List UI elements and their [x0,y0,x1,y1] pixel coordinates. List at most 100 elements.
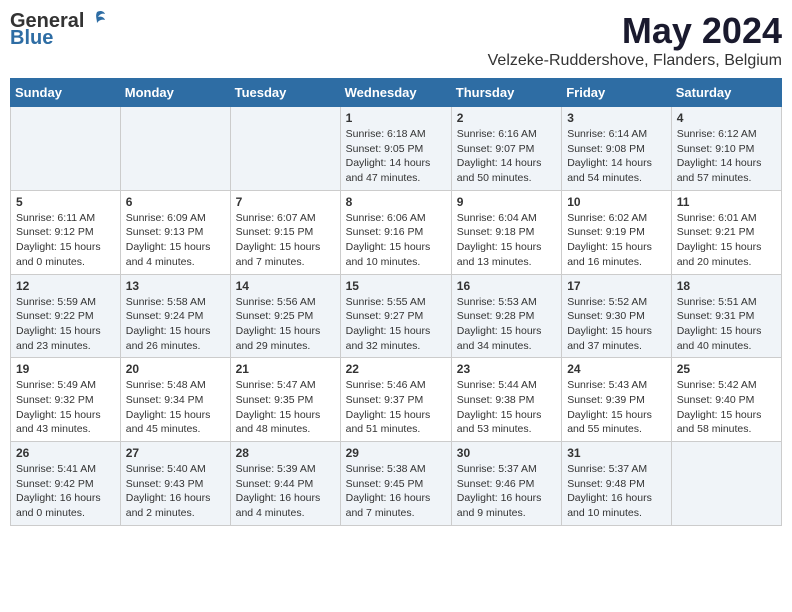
day-info: Sunrise: 6:04 AM Sunset: 9:18 PM Dayligh… [457,211,556,270]
day-info: Sunrise: 5:59 AM Sunset: 9:22 PM Dayligh… [16,295,115,354]
day-info: Sunrise: 6:16 AM Sunset: 9:07 PM Dayligh… [457,127,556,186]
day-number: 11 [677,195,776,209]
calendar-empty-cell [11,107,121,191]
day-number: 5 [16,195,115,209]
calendar-header-row: SundayMondayTuesdayWednesdayThursdayFrid… [11,79,782,107]
day-number: 26 [16,446,115,460]
weekday-header-monday: Monday [120,79,230,107]
day-info: Sunrise: 6:01 AM Sunset: 9:21 PM Dayligh… [677,211,776,270]
day-number: 18 [677,279,776,293]
calendar-week-row: 19 Sunrise: 5:49 AM Sunset: 9:32 PM Dayli… [11,358,782,442]
calendar-day-26: 26 Sunrise: 5:41 AM Sunset: 9:42 PM Dayli… [11,442,121,526]
day-info: Sunrise: 6:12 AM Sunset: 9:10 PM Dayligh… [677,127,776,186]
page-header: General Blue May 2024 Velzeke-Ruddershov… [10,10,782,70]
calendar-week-row: 26 Sunrise: 5:41 AM Sunset: 9:42 PM Dayli… [11,442,782,526]
day-info: Sunrise: 6:06 AM Sunset: 9:16 PM Dayligh… [346,211,446,270]
day-number: 15 [346,279,446,293]
main-title: May 2024 [488,10,782,52]
calendar-day-3: 3Sunrise: 6:14 AM Sunset: 9:08 PM Daylig… [562,107,672,191]
title-block: May 2024 Velzeke-Ruddershove, Flanders, … [488,10,782,70]
location-subtitle: Velzeke-Ruddershove, Flanders, Belgium [488,52,782,70]
calendar-day-11: 11 Sunrise: 6:01 AM Sunset: 9:21 PM Dayli… [671,190,781,274]
calendar-day-22: 22 Sunrise: 5:46 AM Sunset: 9:37 PM Dayli… [340,358,451,442]
calendar-empty-cell [230,107,340,191]
calendar-week-row: 1 Sunrise: 6:18 AM Sunset: 9:05 PM Daylig… [11,107,782,191]
day-info: Sunrise: 5:53 AM Sunset: 9:28 PM Dayligh… [457,295,556,354]
weekday-header-tuesday: Tuesday [230,79,340,107]
day-number: 29 [346,446,446,460]
calendar-empty-cell [120,107,230,191]
day-info: Sunrise: 5:46 AM Sunset: 9:37 PM Dayligh… [346,378,446,437]
day-number: 7 [236,195,335,209]
day-number: 4 [677,111,776,125]
day-info: Sunrise: 5:40 AM Sunset: 9:43 PM Dayligh… [126,462,225,521]
day-number: 2 [457,111,556,125]
logo: General Blue [10,10,108,50]
calendar-day-17: 17Sunrise: 5:52 AM Sunset: 9:30 PM Dayli… [562,274,672,358]
calendar-day-6: 6 Sunrise: 6:09 AM Sunset: 9:13 PM Daylig… [120,190,230,274]
day-info: Sunrise: 6:18 AM Sunset: 9:05 PM Dayligh… [346,127,446,186]
day-info: Sunrise: 5:39 AM Sunset: 9:44 PM Dayligh… [236,462,335,521]
calendar-table: SundayMondayTuesdayWednesdayThursdayFrid… [10,78,782,526]
calendar-day-19: 19 Sunrise: 5:49 AM Sunset: 9:32 PM Dayli… [11,358,121,442]
day-number: 6 [126,195,225,209]
calendar-day-24: 24 Sunrise: 5:43 AM Sunset: 9:39 PM Dayli… [562,358,672,442]
calendar-day-21: 21 Sunrise: 5:47 AM Sunset: 9:35 PM Dayli… [230,358,340,442]
weekday-header-wednesday: Wednesday [340,79,451,107]
day-number: 14 [236,279,335,293]
day-info: Sunrise: 6:07 AM Sunset: 9:15 PM Dayligh… [236,211,335,270]
weekday-header-thursday: Thursday [451,79,561,107]
day-info: Sunrise: 5:56 AM Sunset: 9:25 PM Dayligh… [236,295,335,354]
day-number: 21 [236,362,335,376]
calendar-day-1: 1 Sunrise: 6:18 AM Sunset: 9:05 PM Daylig… [340,107,451,191]
calendar-day-14: 14 Sunrise: 5:56 AM Sunset: 9:25 PM Dayli… [230,274,340,358]
calendar-day-28: 28Sunrise: 5:39 AM Sunset: 9:44 PM Dayli… [230,442,340,526]
calendar-week-row: 12Sunrise: 5:59 AM Sunset: 9:22 PM Dayli… [11,274,782,358]
day-number: 8 [346,195,446,209]
day-info: Sunrise: 5:37 AM Sunset: 9:48 PM Dayligh… [567,462,666,521]
calendar-day-25: 25Sunrise: 5:42 AM Sunset: 9:40 PM Dayli… [671,358,781,442]
day-number: 20 [126,362,225,376]
day-info: Sunrise: 5:37 AM Sunset: 9:46 PM Dayligh… [457,462,556,521]
day-number: 30 [457,446,556,460]
day-info: Sunrise: 5:41 AM Sunset: 9:42 PM Dayligh… [16,462,115,521]
day-info: Sunrise: 5:58 AM Sunset: 9:24 PM Dayligh… [126,295,225,354]
day-info: Sunrise: 5:42 AM Sunset: 9:40 PM Dayligh… [677,378,776,437]
day-info: Sunrise: 5:48 AM Sunset: 9:34 PM Dayligh… [126,378,225,437]
calendar-day-8: 8 Sunrise: 6:06 AM Sunset: 9:16 PM Daylig… [340,190,451,274]
calendar-day-16: 16 Sunrise: 5:53 AM Sunset: 9:28 PM Dayli… [451,274,561,358]
weekday-header-saturday: Saturday [671,79,781,107]
calendar-empty-cell [671,442,781,526]
day-number: 3 [567,111,666,125]
day-number: 24 [567,362,666,376]
calendar-day-20: 20 Sunrise: 5:48 AM Sunset: 9:34 PM Dayli… [120,358,230,442]
calendar-day-27: 27Sunrise: 5:40 AM Sunset: 9:43 PM Dayli… [120,442,230,526]
day-info: Sunrise: 6:11 AM Sunset: 9:12 PM Dayligh… [16,211,115,270]
day-info: Sunrise: 5:47 AM Sunset: 9:35 PM Dayligh… [236,378,335,437]
day-number: 10 [567,195,666,209]
day-info: Sunrise: 5:43 AM Sunset: 9:39 PM Dayligh… [567,378,666,437]
calendar-day-2: 2 Sunrise: 6:16 AM Sunset: 9:07 PM Daylig… [451,107,561,191]
calendar-day-13: 13 Sunrise: 5:58 AM Sunset: 9:24 PM Dayli… [120,274,230,358]
weekday-header-sunday: Sunday [11,79,121,107]
calendar-day-15: 15 Sunrise: 5:55 AM Sunset: 9:27 PM Dayli… [340,274,451,358]
calendar-day-10: 10 Sunrise: 6:02 AM Sunset: 9:19 PM Dayli… [562,190,672,274]
day-number: 22 [346,362,446,376]
day-number: 13 [126,279,225,293]
day-number: 19 [16,362,115,376]
calendar-day-30: 30 Sunrise: 5:37 AM Sunset: 9:46 PM Dayli… [451,442,561,526]
day-info: Sunrise: 5:51 AM Sunset: 9:31 PM Dayligh… [677,295,776,354]
day-info: Sunrise: 5:55 AM Sunset: 9:27 PM Dayligh… [346,295,446,354]
calendar-day-29: 29Sunrise: 5:38 AM Sunset: 9:45 PM Dayli… [340,442,451,526]
day-number: 16 [457,279,556,293]
day-info: Sunrise: 5:49 AM Sunset: 9:32 PM Dayligh… [16,378,115,437]
day-number: 9 [457,195,556,209]
calendar-day-9: 9 Sunrise: 6:04 AM Sunset: 9:18 PM Daylig… [451,190,561,274]
day-number: 23 [457,362,556,376]
day-number: 1 [346,111,446,125]
calendar-week-row: 5 Sunrise: 6:11 AM Sunset: 9:12 PM Daylig… [11,190,782,274]
logo-bird-icon [86,9,108,31]
day-info: Sunrise: 6:09 AM Sunset: 9:13 PM Dayligh… [126,211,225,270]
day-info: Sunrise: 5:44 AM Sunset: 9:38 PM Dayligh… [457,378,556,437]
day-info: Sunrise: 6:02 AM Sunset: 9:19 PM Dayligh… [567,211,666,270]
